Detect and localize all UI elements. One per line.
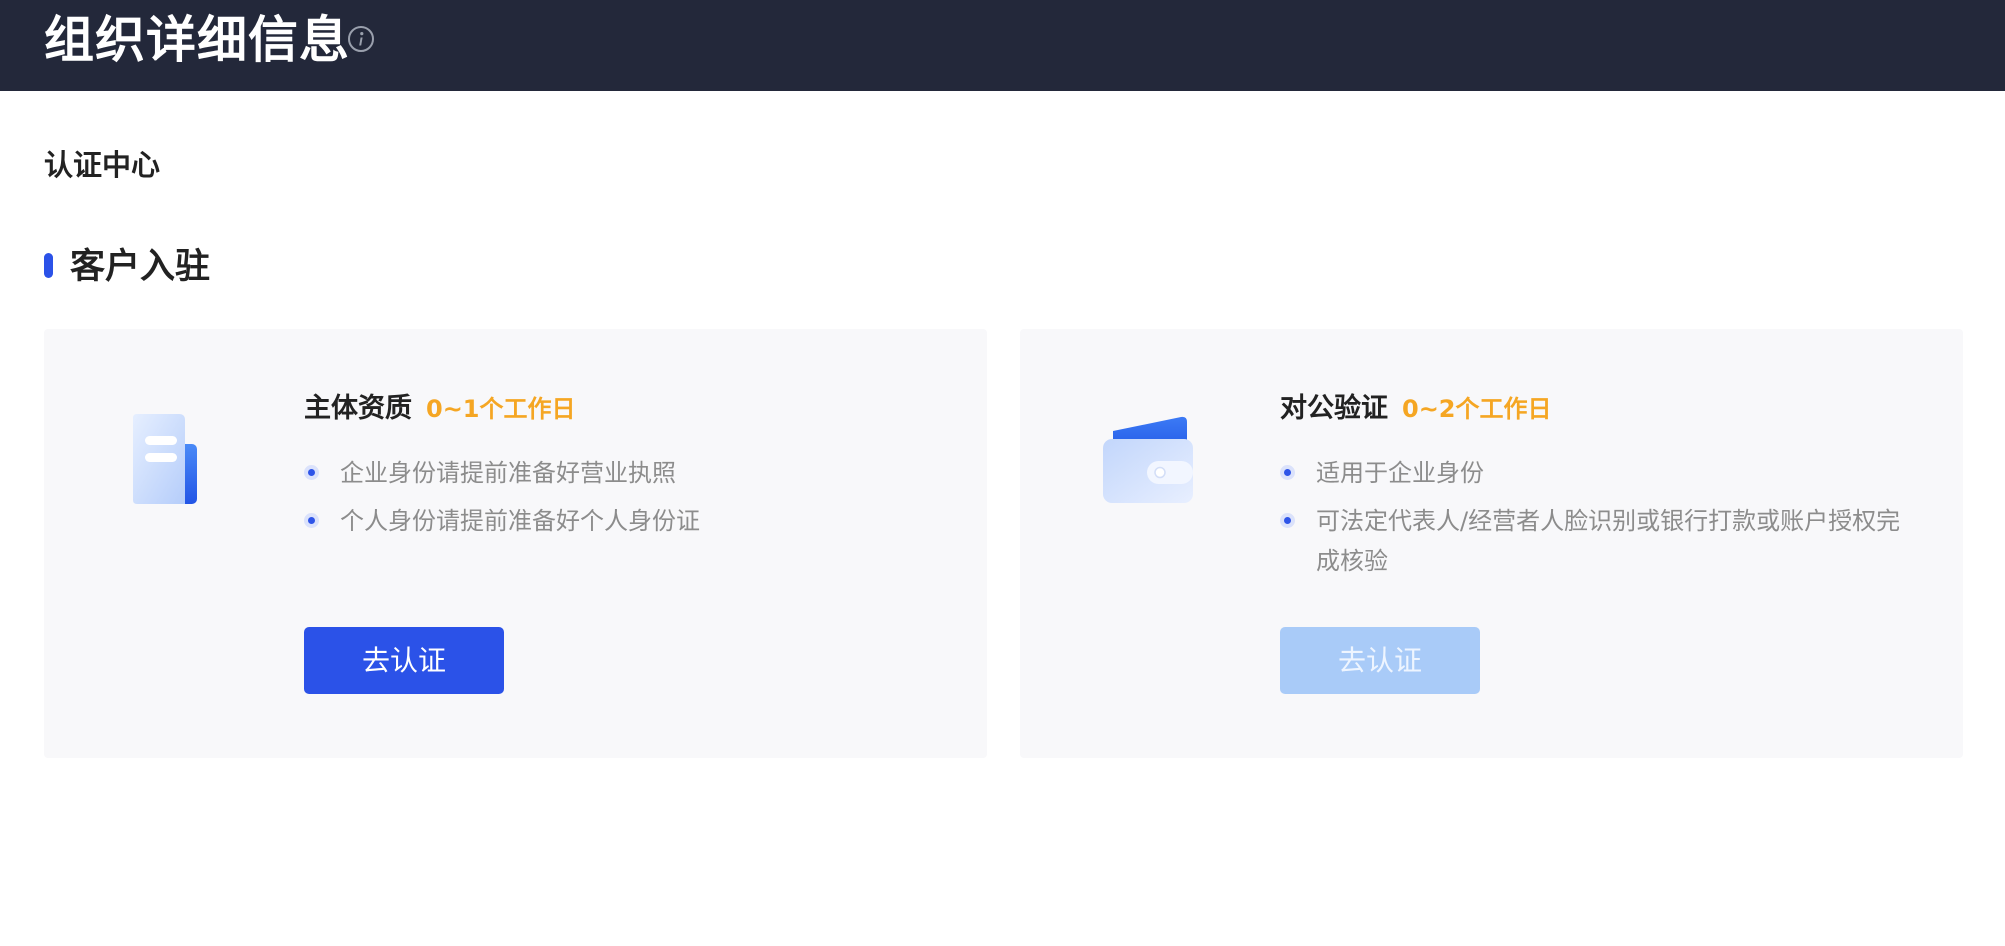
bullet-dot-icon xyxy=(304,465,319,480)
page-title: 组织详细信息 xyxy=(44,11,350,69)
card-title-row: 主体资质 0~1个工作日 xyxy=(304,391,576,430)
bullet-text: 适用于企业身份 xyxy=(1316,459,1484,487)
wallet-icon xyxy=(1103,416,1193,503)
card-bullet-list: 适用于企业身份 可法定代表人/经营者人脸识别或银行打款或账户授权完成核验 xyxy=(1280,453,1920,589)
verify-button-corporate-verification[interactable]: 去认证 xyxy=(1280,627,1480,694)
top-header-bar: 组织详细信息 xyxy=(0,0,2005,91)
card-entity-qualification: 主体资质 0~1个工作日 企业身份请提前准备好营业执照 个人身份请提前准备好个人身… xyxy=(44,329,987,758)
card-title: 主体资质 xyxy=(304,393,412,424)
bullet-dot-icon xyxy=(1280,465,1295,480)
card-corporate-verification: 对公验证 0~2个工作日 适用于企业身份 可法定代表人/经营者人脸识别或银行打款或… xyxy=(1020,329,1963,758)
subsection-accent-bar xyxy=(44,253,53,278)
card-duration: 0~2个工作日 xyxy=(1402,395,1552,423)
list-item: 适用于企业身份 xyxy=(1280,453,1920,493)
bullet-dot-icon xyxy=(1280,513,1295,528)
card-duration: 0~1个工作日 xyxy=(426,395,576,423)
card-title-row: 对公验证 0~2个工作日 xyxy=(1280,391,1552,430)
list-item: 可法定代表人/经营者人脸识别或银行打款或账户授权完成核验 xyxy=(1280,501,1920,581)
info-icon[interactable] xyxy=(347,25,375,53)
bullet-text: 企业身份请提前准备好营业执照 xyxy=(340,459,676,487)
verify-button-entity-qualification[interactable]: 去认证 xyxy=(304,627,504,694)
list-item: 个人身份请提前准备好个人身份证 xyxy=(304,501,944,541)
bullet-text: 个人身份请提前准备好个人身份证 xyxy=(340,507,700,535)
document-icon xyxy=(133,414,197,504)
list-item: 企业身份请提前准备好营业执照 xyxy=(304,453,944,493)
bullet-dot-icon xyxy=(304,513,319,528)
subsection-title-customer-onboarding: 客户入驻 xyxy=(70,247,211,287)
card-bullet-list: 企业身份请提前准备好营业执照 个人身份请提前准备好个人身份证 xyxy=(304,453,944,549)
card-title: 对公验证 xyxy=(1280,393,1388,424)
section-title-certification-center: 认证中心 xyxy=(44,148,161,182)
bullet-text: 可法定代表人/经营者人脸识别或银行打款或账户授权完成核验 xyxy=(1316,507,1901,575)
